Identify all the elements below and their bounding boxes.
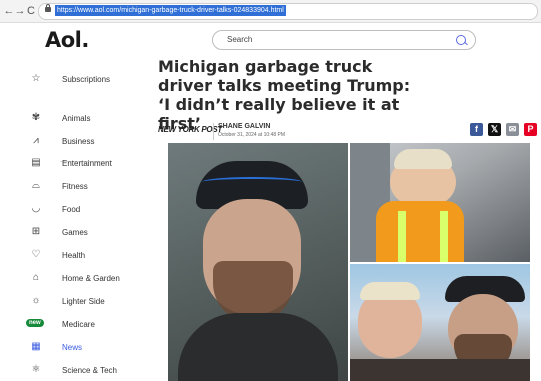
gamepad-icon: ⊞ (31, 226, 41, 237)
heart-icon: ♡ (31, 249, 41, 260)
shoe-icon: ⌓ (32, 180, 40, 191)
sidebar-item-label: Health (62, 251, 86, 260)
sidebar-item-label: Subscriptions (62, 75, 111, 84)
search-placeholder: Search (227, 35, 253, 44)
sidebar-item-label: Entertainment (62, 159, 112, 168)
aol-logo[interactable]: Aol. (45, 28, 89, 52)
star-icon: ☆ (31, 73, 41, 84)
news-icon: ▦ (31, 341, 41, 352)
clapper-icon: ▤ (31, 157, 41, 168)
sidebar-item-label: Home & Garden (62, 274, 120, 283)
sidebar-item-label: Medicare (62, 320, 95, 329)
search-icon[interactable] (456, 35, 466, 45)
article-headline: Michigan garbage truck driver talks meet… (158, 57, 411, 133)
sidebar-item-label: Lighter Side (62, 297, 105, 306)
sidebar-item-label: Business (62, 137, 95, 146)
sidebar-item-label: News (62, 343, 83, 352)
byline-divider (213, 123, 214, 140)
sidebar-item-label: Fitness (62, 182, 88, 191)
url-text[interactable]: https://www.aol.com/michigan-garbage-tru… (55, 5, 286, 16)
paw-icon: ✾ (31, 112, 41, 123)
reload-button[interactable]: C (25, 4, 37, 18)
sidebar: ☆ Subscriptions ✾ Animals ⩘ Business ▤ Entertai… (0, 62, 145, 381)
sidebar-item-label: Science & Tech (62, 366, 117, 375)
search-input[interactable]: Search (212, 30, 476, 50)
pinterest-share-button[interactable]: P (524, 123, 537, 136)
sidebar-item-label: Animals (62, 114, 91, 123)
bowl-icon: ◡ (31, 203, 41, 214)
atom-icon: ⚛ (31, 364, 41, 375)
new-badge: new (26, 319, 44, 327)
x-share-button[interactable]: 𝕏 (488, 123, 501, 136)
browser-toolbar: ← → C https://www.aol.com/michigan-garba… (0, 0, 541, 23)
sidebar-item-label: Food (62, 205, 81, 214)
address-bar[interactable]: https://www.aol.com/michigan-garbage-tru… (38, 3, 538, 20)
trump-truck-photo (350, 143, 530, 262)
sun-icon: ☼ (31, 295, 41, 306)
house-icon: ⌂ (32, 272, 40, 283)
facebook-share-button[interactable]: f (470, 123, 483, 136)
email-share-button[interactable]: ✉ (506, 123, 519, 136)
author-name[interactable]: SHANE GALVIN (218, 123, 270, 130)
selfie-photo (350, 264, 530, 381)
chart-icon: ⩘ (33, 135, 39, 146)
sidebar-item-label: Games (62, 228, 88, 237)
publish-date: October 31, 2024 at 10:48 PM (218, 132, 285, 138)
lock-icon (45, 4, 51, 12)
driver-photo (168, 143, 348, 381)
